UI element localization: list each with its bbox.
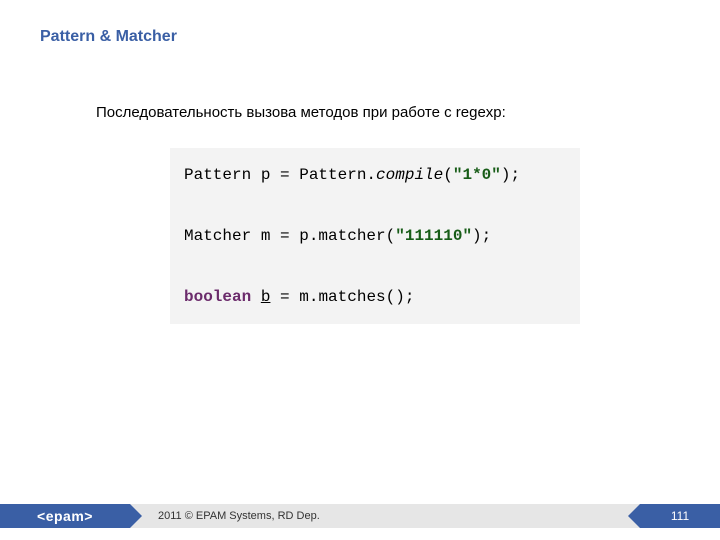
code-keyword: boolean (184, 288, 251, 306)
footer-bar: <epam> 2011 © EPAM Systems, RD Dep. 111 (0, 504, 720, 528)
code-line-3: boolean b = m.matches(); (184, 282, 566, 312)
code-blank (184, 251, 566, 281)
code-block: Pattern p = Pattern.compile("1*0"); Matc… (170, 148, 580, 324)
code-var: b (261, 288, 271, 306)
code-line-1: Pattern p = Pattern.compile("1*0"); (184, 160, 566, 190)
code-text: Matcher m = p.matcher( (184, 227, 395, 245)
code-string: "111110" (395, 227, 472, 245)
code-line-2: Matcher m = p.matcher("111110"); (184, 221, 566, 251)
slide-title: Pattern & Matcher (40, 28, 177, 46)
epam-logo: <epam> (0, 504, 130, 528)
code-string: "1*0" (453, 166, 501, 184)
page-number: 111 (640, 504, 720, 528)
slide-subtitle: Последовательность вызова методов при ра… (96, 104, 506, 121)
slide: Pattern & Matcher Последовательность выз… (0, 0, 720, 540)
code-paren-close: ); (472, 227, 491, 245)
code-paren-close: ); (501, 166, 520, 184)
code-method: compile (376, 166, 443, 184)
code-text: Pattern p = Pattern. (184, 166, 376, 184)
footer-copyright: 2011 © EPAM Systems, RD Dep. (130, 504, 640, 528)
code-space (251, 288, 261, 306)
code-text: = m.matches(); (270, 288, 414, 306)
code-paren-open: ( (443, 166, 453, 184)
code-blank (184, 190, 566, 220)
